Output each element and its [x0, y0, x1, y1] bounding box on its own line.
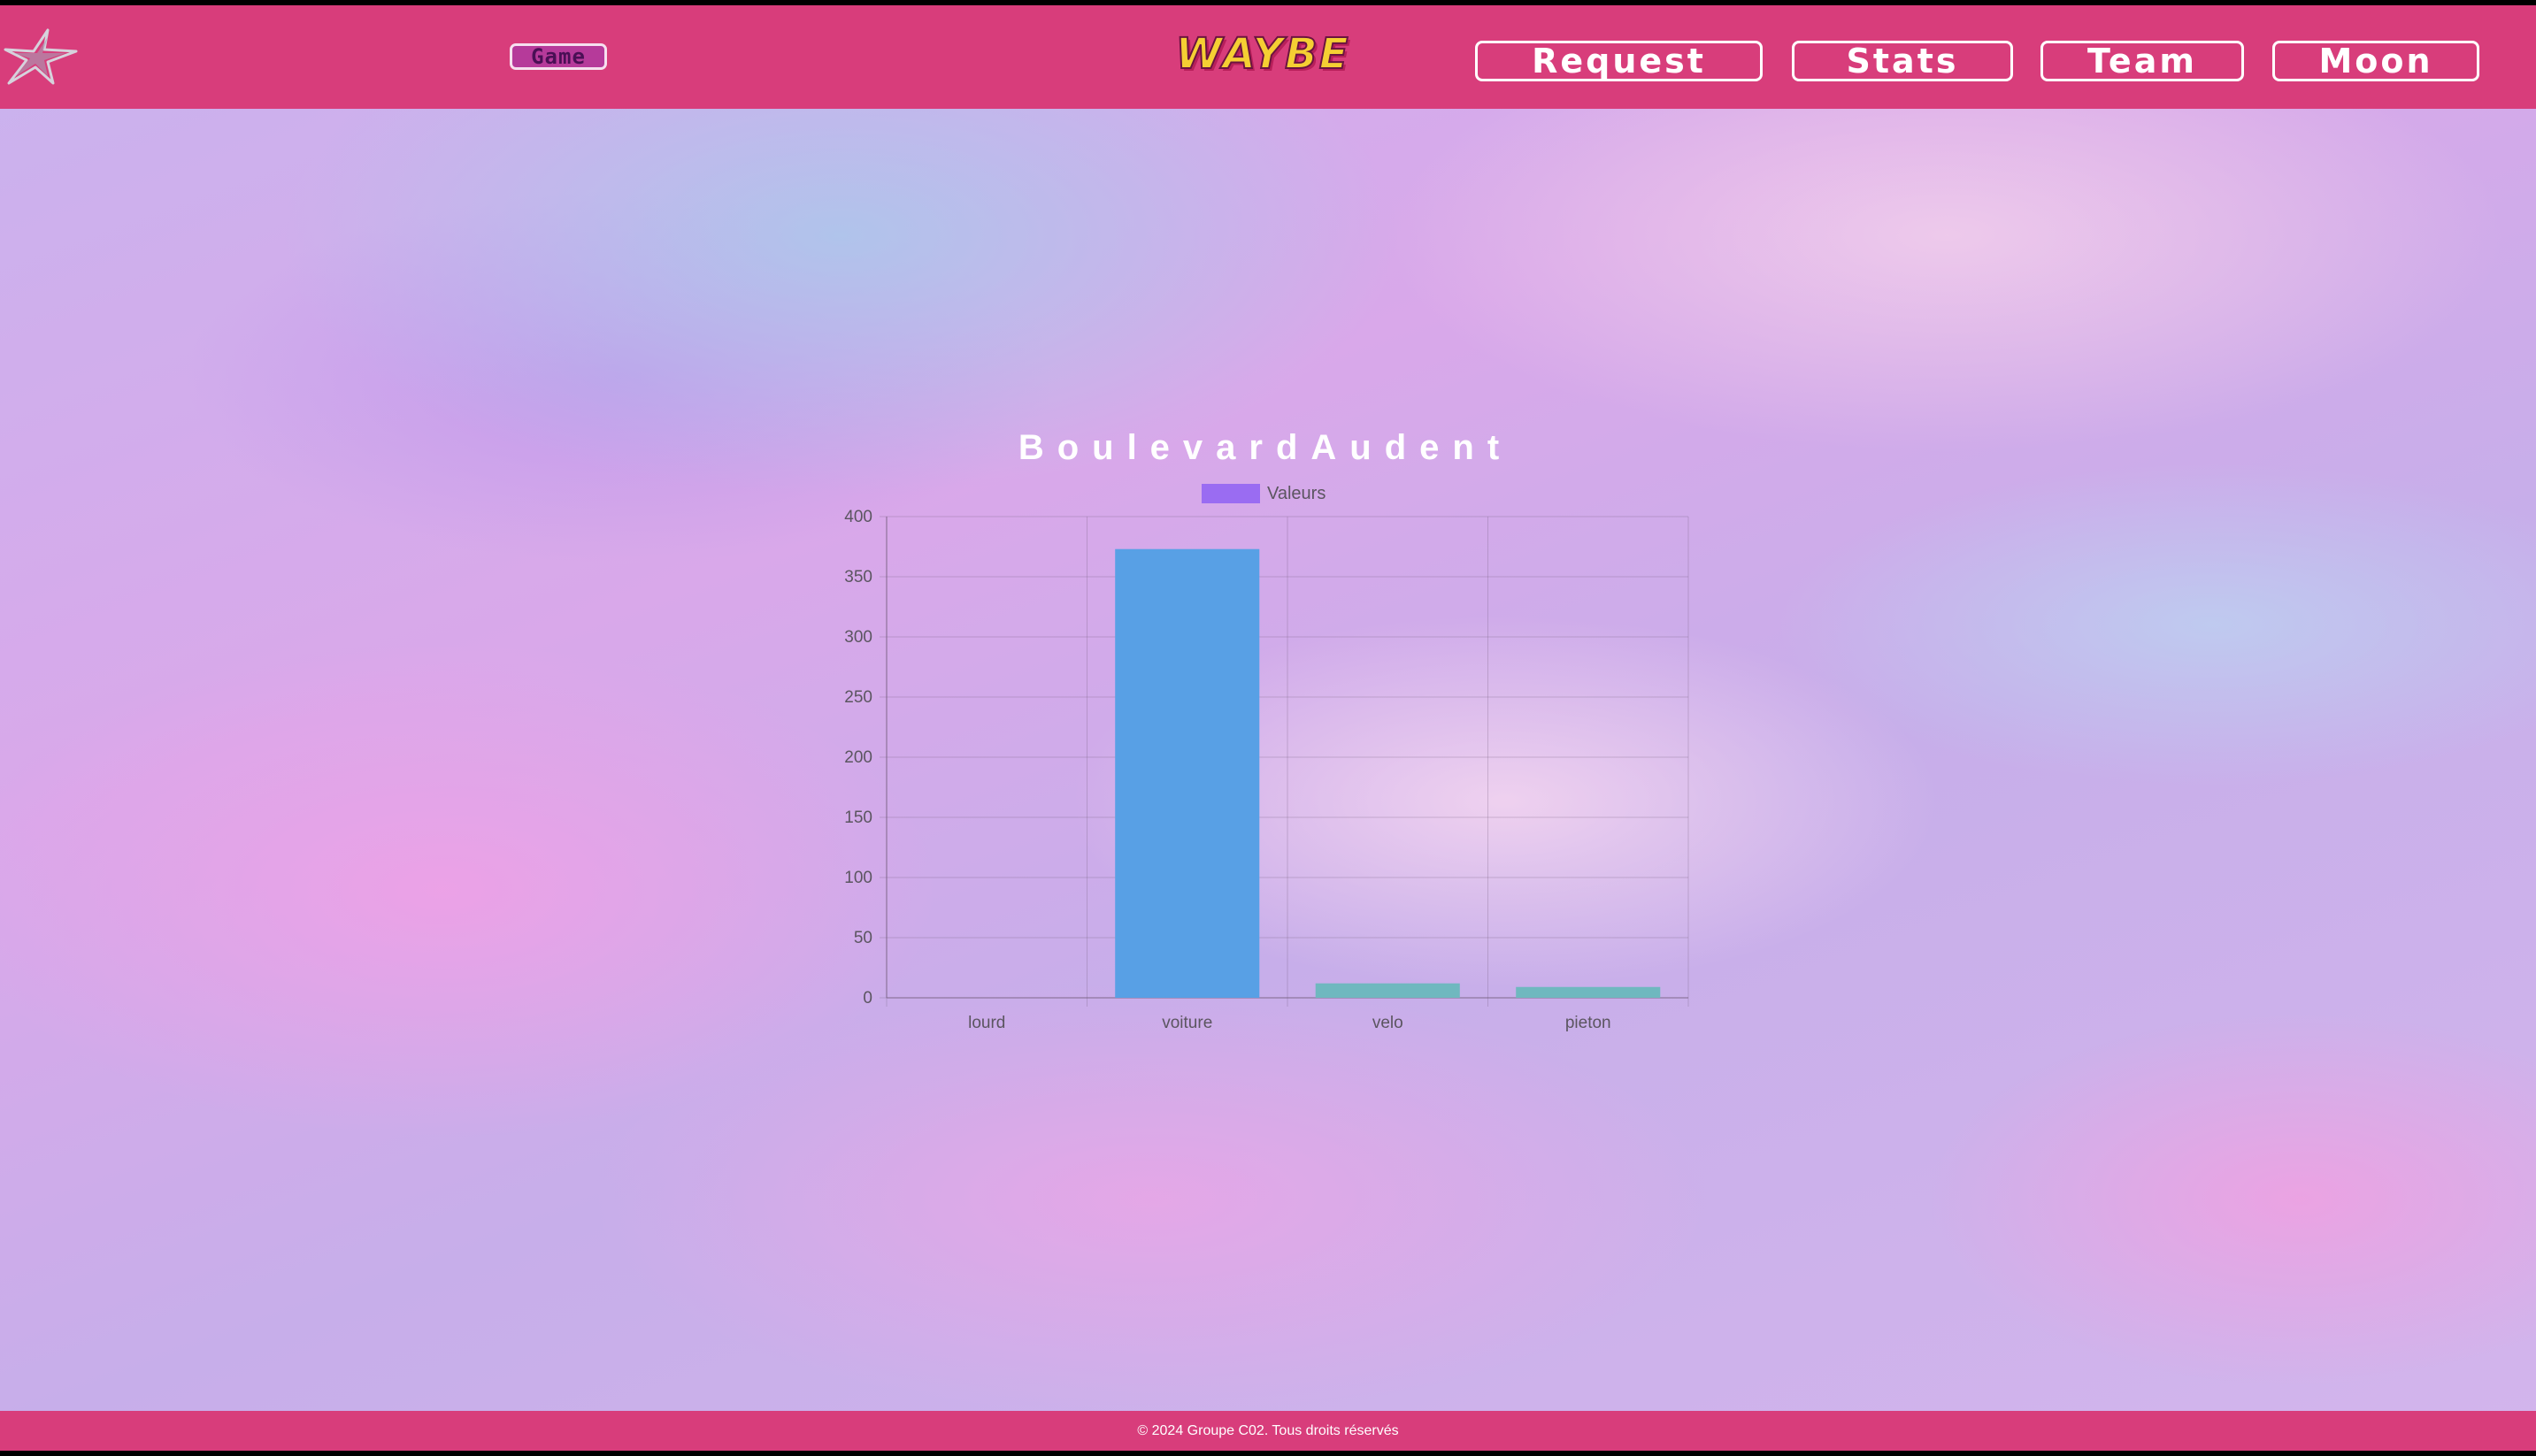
x-tick-label: pieton [1565, 1014, 1611, 1032]
top-navbar: Game WAYBE Request Stats Team Moon [0, 5, 2536, 109]
y-tick-label: 250 [844, 688, 872, 707]
star-logo-icon[interactable] [4, 28, 78, 87]
bar-chart: 0 50 100 150 200 250 300 350 400 lourd voiture velo… [844, 508, 1689, 1032]
chart-title: BoulevardAudent [1018, 428, 1513, 467]
nav-request-button[interactable]: Request [1475, 41, 1763, 81]
y-tick-label: 50 [854, 929, 872, 947]
nav-stats-button[interactable]: Stats [1792, 41, 2013, 81]
y-tick-label: 150 [844, 808, 872, 827]
x-tick-label: lourd [968, 1014, 1005, 1032]
page-background: Game WAYBE Request Stats Team Moon Boule… [0, 5, 2536, 1451]
x-tick-label: voiture [1162, 1014, 1212, 1032]
bar-velo [1315, 983, 1460, 998]
game-button[interactable]: Game [510, 43, 607, 70]
footer-copyright: © 2024 Groupe C02. Tous droits réservés [1137, 1422, 1399, 1438]
y-tick-label: 350 [844, 568, 872, 586]
footer: © 2024 Groupe C02. Tous droits réservés [0, 1411, 2536, 1451]
bar-voiture [1115, 548, 1260, 998]
x-tick-label: velo [1372, 1014, 1403, 1032]
nav-team-button[interactable]: Team [2040, 41, 2244, 81]
y-tick-label: 200 [844, 748, 872, 767]
y-tick-label: 400 [844, 508, 872, 526]
y-tick-label: 300 [844, 628, 872, 647]
nav-moon-button[interactable]: Moon [2272, 41, 2479, 81]
y-tick-label: 0 [863, 989, 872, 1008]
brand-logo[interactable]: WAYBE [1134, 28, 1391, 80]
y-tick-label: 100 [844, 869, 872, 887]
bar-pieton [1516, 986, 1661, 998]
brand-logo-text: WAYBE [1174, 28, 1350, 80]
